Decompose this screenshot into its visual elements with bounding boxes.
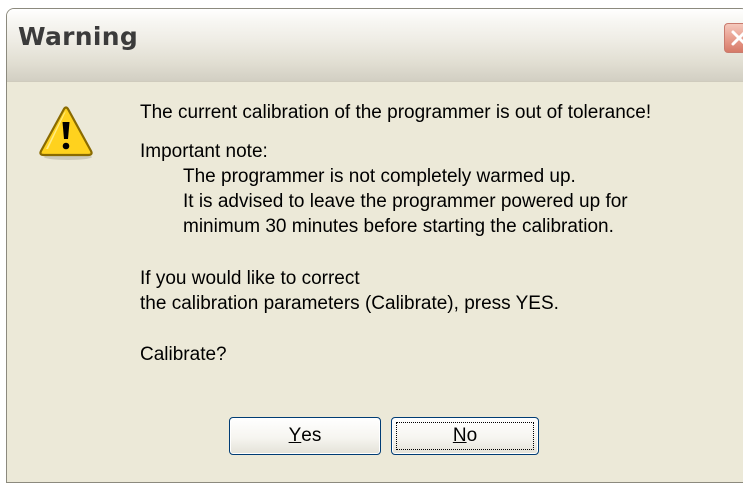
note-line: minimum 30 minutes before starting the c… xyxy=(183,216,614,237)
warning-triangle-icon xyxy=(39,106,93,160)
message-line: The current calibration of the programme… xyxy=(140,102,652,123)
yes-label-rest: es xyxy=(301,425,322,446)
note-heading: Important note: xyxy=(140,141,268,162)
focus-rectangle xyxy=(396,422,534,450)
note-line: It is advised to leave the programmer po… xyxy=(183,191,628,212)
yes-mnemonic: Y xyxy=(288,425,302,446)
yes-button[interactable]: Yes xyxy=(229,417,381,455)
dialog-body: The current calibration of the programme… xyxy=(7,81,743,482)
close-button[interactable] xyxy=(724,23,743,53)
close-icon xyxy=(731,30,743,46)
message-text: The current calibration of the programme… xyxy=(140,100,651,367)
warning-dialog: Warning The current calibration of the p… xyxy=(6,8,743,483)
note-line: The programmer is not completely warmed … xyxy=(183,166,576,187)
title-bar[interactable]: Warning xyxy=(7,9,743,82)
no-button[interactable]: No xyxy=(391,417,539,455)
instruction-line: the calibration parameters (Calibrate), … xyxy=(140,293,559,314)
dialog-title: Warning xyxy=(18,22,139,51)
question-text: Calibrate? xyxy=(140,344,227,365)
instruction-line: If you would like to correct xyxy=(140,268,360,289)
